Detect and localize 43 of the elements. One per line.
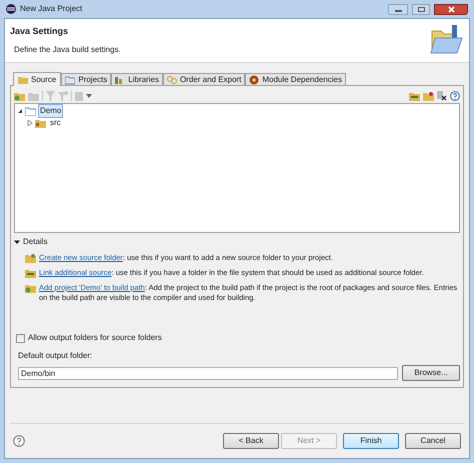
tab[interactable]: Order and Export [162, 73, 246, 85]
dialog-button[interactable]: Finish [343, 433, 399, 449]
output-folder-field[interactable]: Demo/bin [18, 366, 398, 380]
close-icon [448, 6, 454, 12]
checkbox[interactable] [16, 334, 25, 342]
link-folder-icon [25, 268, 36, 278]
page-description: Define the Java build settings. [14, 44, 121, 56]
new-folder-icon[interactable] [423, 91, 434, 101]
folder-icon [35, 118, 46, 128]
expanded-triangle-icon[interactable] [14, 239, 20, 245]
expanded-triangle-icon[interactable] [17, 108, 23, 114]
help-icon[interactable] [450, 91, 460, 101]
field-label: Default output folder: [18, 350, 94, 362]
link-folder-icon[interactable] [409, 91, 420, 101]
section-label[interactable]: Details [23, 236, 48, 248]
disc-icon [249, 74, 260, 84]
window-title: New Java Project [20, 3, 82, 15]
dialog-button[interactable]: < Back [223, 433, 279, 449]
minimize-button[interactable] [388, 4, 408, 14]
folder-icon [65, 74, 76, 84]
app-icon [6, 4, 16, 14]
close-button[interactable] [434, 4, 468, 14]
maximize-button[interactable] [412, 4, 430, 14]
caret-icon[interactable] [86, 94, 92, 98]
tree-item[interactable]: Demo [38, 104, 64, 118]
tree-item[interactable]: src [48, 116, 63, 130]
tab[interactable]: Source [13, 72, 62, 86]
tab[interactable]: Libraries [111, 73, 163, 85]
remove-icon[interactable] [437, 91, 447, 101]
dialog-button[interactable]: Cancel [405, 433, 461, 449]
browse-button[interactable]: Browse... [402, 365, 460, 381]
page-title: Java Settings [10, 25, 70, 38]
tab[interactable]: Module Dependencies [245, 73, 346, 85]
rings-icon [166, 74, 177, 84]
add-folder-icon [25, 253, 36, 263]
help-icon[interactable] [13, 435, 25, 447]
add-folder-icon[interactable] [14, 91, 25, 101]
collapsed-triangle-icon[interactable] [27, 120, 33, 126]
folder-icon [430, 25, 464, 55]
checkbox-label: Allow output folders for source folders [28, 332, 162, 344]
tab[interactable]: Projects [61, 73, 112, 85]
folder-icon [25, 106, 36, 116]
add-folder-icon [25, 283, 36, 293]
